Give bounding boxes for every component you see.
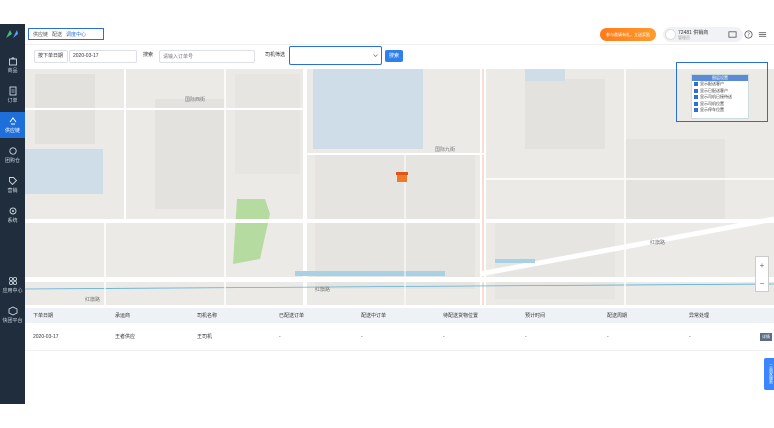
map-view[interactable]: 国际西街 国际九街 红旗路 红旗路 红旗路 [25, 69, 774, 305]
map-label: 红旗路 [85, 296, 100, 303]
avatar [665, 29, 676, 40]
column-header: 配送周期 [607, 313, 628, 319]
table-cell: - [525, 333, 527, 340]
table-cell: - [689, 333, 691, 340]
sidebar-item-orders[interactable]: 订单 [0, 82, 25, 108]
service-float-tab[interactable]: 三商家服务 [764, 358, 774, 390]
menu-icon[interactable] [758, 30, 767, 39]
checkbox-icon[interactable] [694, 101, 698, 106]
tag-icon [8, 177, 17, 186]
table-cell: - [279, 333, 281, 340]
zoom-out-button[interactable]: − [756, 275, 768, 293]
map-label: 国际西街 [185, 96, 205, 103]
document-icon [9, 86, 16, 96]
sidebar-item-label: 系统 [7, 218, 18, 224]
bag-icon [8, 57, 17, 66]
sidebar-item-marketing[interactable]: 营销 [0, 172, 25, 198]
legend-item[interactable]: 显示停车位置 [692, 107, 748, 114]
detail-button[interactable]: 详情 [760, 333, 772, 341]
logo-icon [6, 30, 18, 38]
column-header: 配送中订单 [361, 313, 387, 319]
driver-filter-label: 司机筛选 [265, 52, 286, 58]
legend-item-label: 显示司机位置 [700, 100, 724, 106]
sidebar-item-label: 供应链 [4, 128, 20, 134]
legend-item-label: 显示司机已接待送 [700, 94, 732, 100]
sidebar-item-label: 订单 [7, 98, 18, 104]
sidebar-item-label: 应用中心 [2, 288, 23, 294]
breadcrumb-item-current: 调度中心 [66, 31, 87, 38]
table-cell: 王者供应 [115, 334, 136, 340]
top-bar: 供应链 配送 调度中心 参与邀请有礼，立送奖励 72481 供销商 管理员 ? [25, 24, 774, 45]
user-role: 管理员 [678, 35, 690, 40]
sidebar-item-label: 团购仓 [4, 158, 20, 164]
map-label: 红旗路 [315, 286, 330, 293]
driver-table: 下单日期 承运商 司机名称 已配送订单 配送中订单 待配送货物位置 预计时间 配… [25, 308, 774, 351]
table-cell: 2020-03-17 [33, 333, 59, 340]
apps-icon [8, 276, 17, 286]
date-type-select[interactable]: 按下单日期 [34, 50, 68, 63]
svg-text:?: ? [747, 32, 750, 38]
filter-bar: 按下单日期 2020-03-17 搜索 司机筛选 搜索 [25, 45, 774, 69]
sidebar-item-label: 快团平台 [2, 318, 23, 324]
gear-icon [9, 207, 16, 215]
zoom-in-button[interactable]: + [756, 257, 768, 275]
column-header: 预计时间 [525, 313, 546, 319]
legend-item-label: 显示配送客户 [700, 81, 724, 87]
checkbox-icon[interactable] [694, 95, 698, 100]
table-cell: - [607, 333, 609, 340]
query-button[interactable]: 搜索 [385, 50, 403, 62]
zoom-control: + − [755, 256, 769, 292]
breadcrumb: 供应链 配送 调度中心 [28, 28, 104, 40]
column-header: 下单日期 [33, 313, 54, 319]
search-input[interactable] [159, 50, 255, 63]
layer-legend: 图层设置 显示配送客户 显示已配送客户 显示司机已接待送 显示司机位置 显示停车… [691, 74, 749, 119]
legend-item-label: 显示已配送客户 [700, 87, 728, 93]
message-icon[interactable] [728, 30, 737, 39]
map-label: 国际九街 [435, 146, 455, 153]
table-cell: - [443, 333, 445, 340]
sidebar-item-label: 营销 [7, 188, 18, 194]
sidebar-item-system[interactable]: 系统 [0, 202, 25, 228]
warehouse-marker-icon[interactable] [396, 172, 408, 182]
sidebar-item-supply-chain[interactable]: 供应链 [0, 112, 25, 138]
column-header: 司机名称 [197, 313, 218, 319]
sidebar-item-warehouse[interactable]: 团购仓 [0, 142, 25, 168]
column-header: 待配送货物位置 [443, 313, 479, 319]
sidebar-item-app-center[interactable]: 应用中心 [0, 272, 25, 298]
refresh-icon [8, 147, 17, 155]
date-value: 2020-03-17 [73, 53, 99, 59]
column-header: 异常处理 [689, 313, 710, 319]
date-picker[interactable]: 2020-03-17 [69, 50, 137, 63]
breadcrumb-item[interactable]: 供应链 [33, 31, 48, 38]
table-cell: 王司机 [197, 334, 213, 340]
legend-item-label: 显示停车位置 [700, 107, 724, 113]
top-strip [0, 0, 774, 24]
checkbox-icon[interactable] [694, 88, 698, 93]
map-label: 红旗路 [650, 239, 665, 246]
share-icon [9, 117, 16, 125]
map-canvas[interactable]: 国际西街 国际九街 红旗路 红旗路 红旗路 [25, 69, 774, 305]
driver-select[interactable] [289, 46, 382, 65]
table-cell: - [361, 333, 363, 340]
table-row[interactable]: 2020-03-17 王者供应 王司机 - - - - - - [25, 323, 774, 351]
checkbox-icon[interactable] [694, 108, 698, 113]
column-header: 已配送订单 [279, 313, 305, 319]
table-header: 下单日期 承运商 司机名称 已配送订单 配送中订单 待配送货物位置 预计时间 配… [25, 308, 774, 323]
breadcrumb-item[interactable]: 配送 [52, 31, 62, 38]
cube-icon [8, 306, 17, 316]
sidebar-item-label: 商品 [7, 68, 18, 74]
promo-button[interactable]: 参与邀请有礼，立送奖励 [600, 28, 656, 41]
column-header: 承运商 [115, 313, 131, 319]
sidebar-item-goods[interactable]: 商品 [0, 52, 25, 78]
checkbox-icon[interactable] [694, 82, 698, 87]
search-label: 搜索 [143, 52, 154, 58]
sidebar-item-platform[interactable]: 快团平台 [0, 302, 25, 328]
help-icon[interactable]: ? [744, 30, 753, 39]
chevron-down-icon [373, 54, 378, 57]
